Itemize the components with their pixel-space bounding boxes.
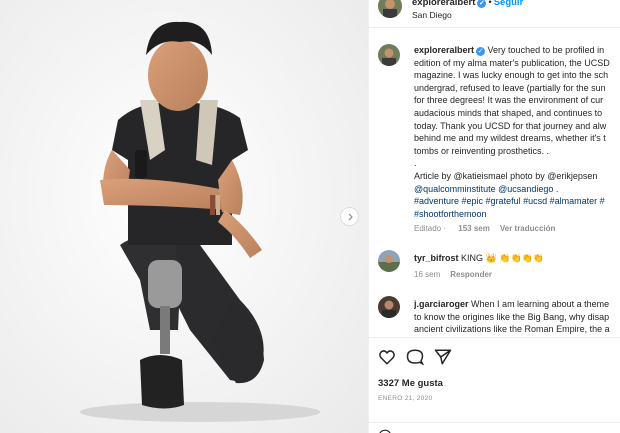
verified-badge-icon: ✓ bbox=[476, 47, 486, 56]
share-icon[interactable] bbox=[434, 348, 452, 366]
verified-badge-icon: ✓ bbox=[477, 0, 487, 8]
reply-button[interactable]: Responder bbox=[450, 270, 492, 279]
commenter-avatar[interactable] bbox=[378, 250, 400, 272]
post-photo-area bbox=[0, 0, 368, 433]
post-photo bbox=[0, 0, 368, 433]
follow-button[interactable]: Seguir bbox=[494, 0, 524, 8]
post-side-panel: exploreralbert ✓ • Seguir San Diego explore… bbox=[368, 0, 620, 433]
location-link[interactable]: San Diego bbox=[412, 10, 452, 20]
likes-count[interactable]: 3327 Me gusta bbox=[378, 378, 443, 389]
post-date: ENERO 21, 2020 bbox=[378, 395, 433, 402]
comment-icon[interactable] bbox=[406, 348, 425, 366]
comment-age: 16 sem bbox=[414, 270, 441, 279]
commenter-avatar[interactable] bbox=[378, 296, 400, 318]
comment-text: When I am learning about a theme bbox=[471, 299, 610, 309]
caption-text: exploreralbert ✓ Very touched to be profi… bbox=[414, 44, 620, 220]
caption-mentions[interactable]: @qualcomminstitute @ucsandiego . bbox=[414, 183, 620, 196]
author-avatar[interactable] bbox=[378, 0, 402, 18]
commenter-username[interactable]: tyr_bifrost bbox=[414, 253, 459, 263]
caption-author-avatar[interactable] bbox=[378, 44, 400, 66]
post-header: exploreralbert ✓ • Seguir San Diego bbox=[369, 0, 620, 28]
heart-icon[interactable] bbox=[378, 348, 396, 366]
post-actions: 3327 Me gusta ENERO 21, 2020 bbox=[369, 337, 620, 433]
caption-username[interactable]: exploreralbert bbox=[414, 45, 474, 55]
caption-age: 153 sem bbox=[458, 224, 490, 233]
author-username[interactable]: exploreralbert bbox=[412, 0, 475, 8]
chevron-right-icon bbox=[348, 213, 353, 220]
caption-hashtags-2[interactable]: #shootforthemoon bbox=[414, 208, 620, 221]
caption-credits: Article by @katieismael photo by @erikje… bbox=[414, 170, 598, 181]
action-icons bbox=[378, 348, 452, 366]
comment-text: KING 👑 👏👏👏👏 bbox=[461, 253, 545, 263]
emoji-icon[interactable] bbox=[378, 429, 392, 433]
post-header-user: exploreralbert ✓ • Seguir bbox=[412, 0, 523, 8]
translate-button[interactable]: Ver traducción bbox=[500, 224, 556, 233]
add-comment-bar bbox=[369, 422, 620, 433]
caption-meta: Editado · 153 sem Ver traducción bbox=[414, 224, 556, 233]
commenter-username[interactable]: j.garciaroger bbox=[414, 299, 469, 309]
separator: • bbox=[488, 0, 492, 8]
caption-hashtags[interactable]: #adventure #epic #grateful #ucsd #almama… bbox=[414, 195, 620, 208]
next-photo-button[interactable] bbox=[340, 207, 359, 226]
